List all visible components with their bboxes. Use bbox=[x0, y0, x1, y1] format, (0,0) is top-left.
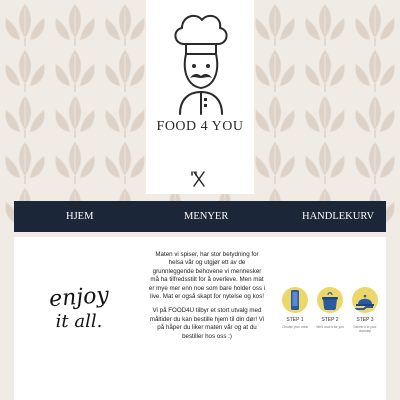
step-2-text: We'll cook it for you bbox=[316, 325, 344, 329]
phone-icon bbox=[291, 290, 299, 310]
step-2-circle bbox=[317, 287, 343, 313]
nav-item-home[interactable]: HJEM bbox=[66, 211, 93, 222]
step-3-title: STEP 3 bbox=[356, 317, 374, 323]
brand-name: FOOD 4 YOU bbox=[156, 119, 244, 134]
description-text: Maten vi spiser, har stor betydning for … bbox=[148, 251, 266, 347]
chef-logo-icon bbox=[174, 14, 228, 187]
main-navigation: HJEM MENYER HANDLEKURV bbox=[14, 201, 386, 232]
description-paragraph-1: Maten vi spiser, har stor betydning for … bbox=[148, 251, 266, 301]
step-2: STEP 2 We'll cook it for you bbox=[315, 287, 345, 329]
step-1-text: Choose your meal bbox=[282, 325, 308, 329]
description-paragraph-2: Vi på FOOD4U tilbyr et stort utvalg med … bbox=[149, 307, 265, 340]
step-1-circle bbox=[282, 287, 308, 313]
order-steps: STEP 1 Choose your meal STEP 2 We'll coo… bbox=[280, 287, 380, 377]
nav-item-cart[interactable]: HANDLEKURV bbox=[302, 211, 374, 222]
script-line-2: it all. bbox=[55, 311, 103, 332]
step-3-circle bbox=[352, 287, 378, 313]
script-line-1: enjoy bbox=[48, 282, 110, 313]
step-2-title: STEP 2 bbox=[321, 317, 339, 323]
step-3: STEP 3 Deliver it to your doorstep bbox=[350, 287, 380, 333]
step-1-title: STEP 1 bbox=[286, 317, 304, 323]
step-3-text: Deliver it to your doorstep bbox=[353, 325, 377, 333]
cooking-pot-icon bbox=[322, 292, 338, 310]
nav-item-menus[interactable]: MENYER bbox=[184, 211, 228, 222]
step-1: STEP 1 Choose your meal bbox=[280, 287, 310, 329]
logo-card: FOOD 4 YOU bbox=[146, 0, 254, 194]
delivery-cloche-icon bbox=[355, 294, 374, 310]
content-section: enjoy it all. Maten vi spiser, har stor … bbox=[14, 237, 386, 400]
fork-knife-icon bbox=[191, 171, 205, 187]
